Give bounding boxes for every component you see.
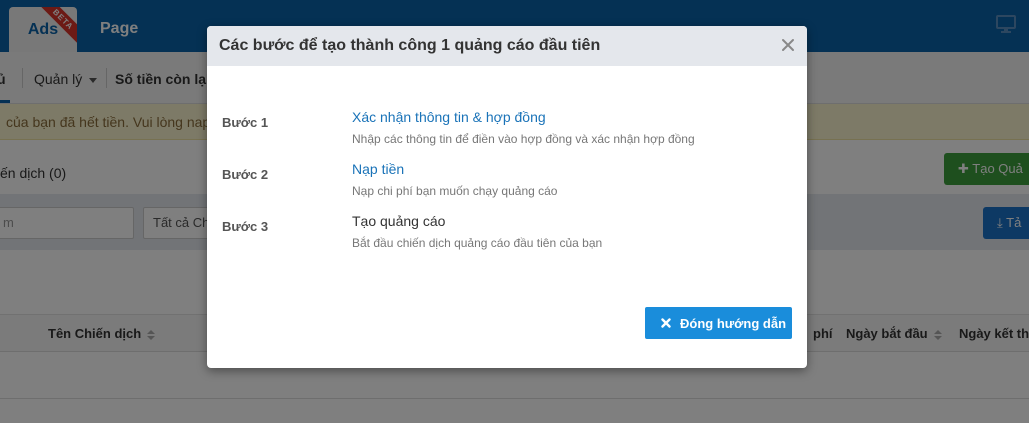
step-3-description: Bắt đầu chiến dịch quảng cáo đầu tiên củ… [352,236,603,250]
step-2-title-link[interactable]: Nạp tiền [352,161,404,177]
step-3-title: Tạo quảng cáo [352,213,446,229]
step-3-label: Bước 3 [222,219,269,234]
close-icon[interactable] [780,37,796,53]
step-2-description: Nạp chi phí bạn muốn chạy quảng cáo [352,184,558,198]
step-1-label: Bước 1 [222,115,269,130]
modal-title: Các bước để tạo thành công 1 quảng cáo đ… [219,37,601,54]
step-1-title-link[interactable]: Xác nhận thông tin & hợp đồng [352,109,546,125]
times-icon [661,318,671,328]
modal-header: Các bước để tạo thành công 1 quảng cáo đ… [207,26,807,66]
close-guide-button[interactable]: Đóng hướng dẫn [645,307,792,339]
step-1-description: Nhập các thông tin để điền vào hợp đồng … [352,132,695,146]
step-2-label: Bước 2 [222,167,269,182]
onboarding-modal: Các bước để tạo thành công 1 quảng cáo đ… [207,26,807,368]
close-guide-label: Đóng hướng dẫn [680,316,787,331]
